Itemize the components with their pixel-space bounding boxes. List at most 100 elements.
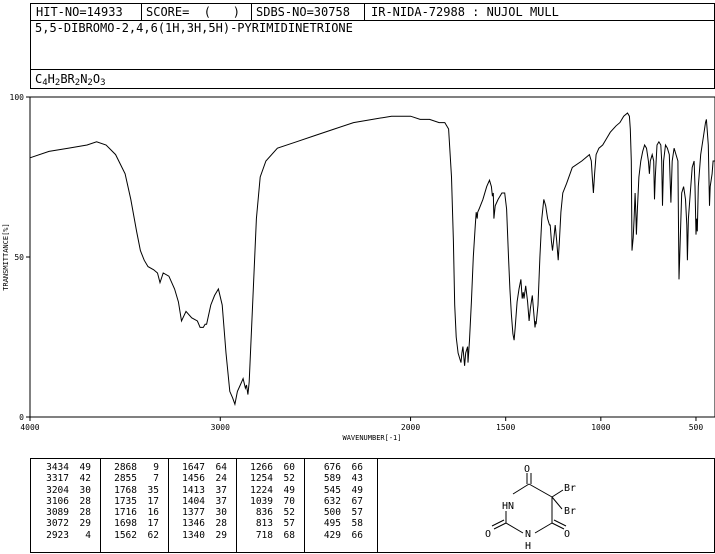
peak-table: 3434 49 3317 42 3204 30 3106 28 3089 28 3072 29 2923… [30,458,378,553]
peak-row: 1340 29 [171,530,227,541]
structure-box: O Br Br HN O N H O [377,458,715,553]
peak-wavenumber: 2923 [46,529,69,541]
molecule-structure: O Br Br HN O N H O [485,464,576,552]
peak-wavenumber: 429 [323,529,341,541]
peak-row: 1254 52 [239,473,295,484]
peak-wavenumber: 3106 [46,495,69,507]
peak-wavenumber: 1413 [182,484,205,496]
peak-transmittance: 28 [215,518,227,530]
peak-transmittance: 9 [153,462,159,473]
peak-transmittance: 43 [351,473,363,485]
peak-row: 1377 30 [171,507,227,518]
peak-column: 676 66 589 43 545 49 632 67 500 57 495 58 429 66 [307,462,363,541]
peak-row: 429 66 [307,530,363,541]
bond [512,483,530,495]
peak-wavenumber: 1562 [114,529,137,541]
peak-transmittance: 28 [79,495,91,507]
x-tick-label: 500 [689,423,704,432]
peak-wavenumber: 3204 [46,484,69,496]
x-tick-label: 1000 [591,423,610,432]
peak-wavenumber: 1224 [250,484,273,496]
bond [528,483,553,498]
peak-wavenumber: 2855 [114,473,137,485]
peak-wavenumber: 495 [323,518,341,530]
peak-row: 495 58 [307,518,363,529]
atom-label: O [485,529,491,540]
peak-transmittance: 49 [283,484,295,496]
peak-row: 1224 49 [239,485,295,496]
peak-wavenumber: 1340 [182,529,205,541]
peak-transmittance: 7 [153,473,159,485]
peak-transmittance: 70 [283,495,295,507]
x-axis-label: WAVENUMBER[-1] [342,434,401,442]
peak-row: 2868 9 [103,462,159,473]
peak-transmittance: 42 [79,473,91,485]
atom-label: N [525,529,531,540]
peak-wavenumber: 3072 [46,518,69,530]
peak-row: 1404 37 [171,496,227,507]
peak-wavenumber: 545 [323,484,341,496]
peak-transmittance: 49 [351,484,363,496]
column-separator [168,459,169,552]
plot-frame [29,96,715,418]
peak-wavenumber: 2868 [114,462,137,473]
peak-transmittance: 68 [283,529,295,541]
atom-label: O [524,464,530,475]
x-tick-label: 1500 [496,423,515,432]
spectrum-line [29,112,715,407]
peak-row: 1413 37 [171,485,227,496]
peak-row: 3317 42 [35,473,91,484]
peak-row: 1266 60 [239,462,295,473]
peak-transmittance: 17 [147,518,159,530]
peak-row: 1735 17 [103,496,159,507]
peak-wavenumber: 1716 [114,507,137,519]
peak-wavenumber: 3317 [46,473,69,485]
peak-wavenumber: 1346 [182,518,205,530]
peak-column: 1266 60 1254 52 1224 49 1039 70 836 52 813 57 718 68 [239,462,295,541]
peak-transmittance: 17 [147,495,159,507]
peak-wavenumber: 1768 [114,484,137,496]
atom-label: Br [564,483,576,494]
peak-transmittance: 30 [79,484,91,496]
peak-row: 3204 30 [35,485,91,496]
peak-transmittance: 66 [351,529,363,541]
peak-wavenumber: 1377 [182,507,205,519]
column-separator [236,459,237,552]
x-tick-label: 4000 [20,423,39,432]
peak-row: 1716 16 [103,507,159,518]
peak-row: 545 49 [307,485,363,496]
peak-row: 500 57 [307,507,363,518]
bond [551,489,564,498]
peak-transmittance: 60 [283,462,295,473]
peak-wavenumber: 3434 [46,462,69,473]
peak-transmittance: 35 [147,484,159,496]
peak-wavenumber: 1039 [250,495,273,507]
peak-row: 589 43 [307,473,363,484]
peak-row: 1562 62 [103,530,159,541]
peak-row: 1346 28 [171,518,227,529]
peak-wavenumber: 1735 [114,495,137,507]
peak-wavenumber: 1254 [250,473,273,485]
peak-transmittance: 30 [215,507,227,519]
peak-transmittance: 16 [147,507,159,519]
peak-transmittance: 58 [351,518,363,530]
x-tick-label: 3000 [211,423,230,432]
y-tick-label: 50 [14,253,24,262]
peak-row: 3434 49 [35,462,91,473]
column-separator [304,459,305,552]
y-tick-label: 100 [10,93,25,102]
peak-row: 676 66 [307,462,363,473]
peak-wavenumber: 676 [323,462,341,473]
column-separator [100,459,101,552]
peak-column: 3434 49 3317 42 3204 30 3106 28 3089 28 3072 29 2923… [35,462,91,541]
peak-wavenumber: 1647 [182,462,205,473]
peak-row: 1768 35 [103,485,159,496]
peak-wavenumber: 500 [323,507,341,519]
peak-wavenumber: 1404 [182,495,205,507]
bond [505,522,524,534]
peak-column: 1647 64 1456 24 1413 37 1404 37 1377 30 1346 28 1340… [171,462,227,541]
x-tick-label: 2000 [401,423,420,432]
y-axis-label: TRANSMITTANCE[%] [2,223,10,290]
peak-row: 836 52 [239,507,295,518]
peak-transmittance: 49 [79,462,91,473]
